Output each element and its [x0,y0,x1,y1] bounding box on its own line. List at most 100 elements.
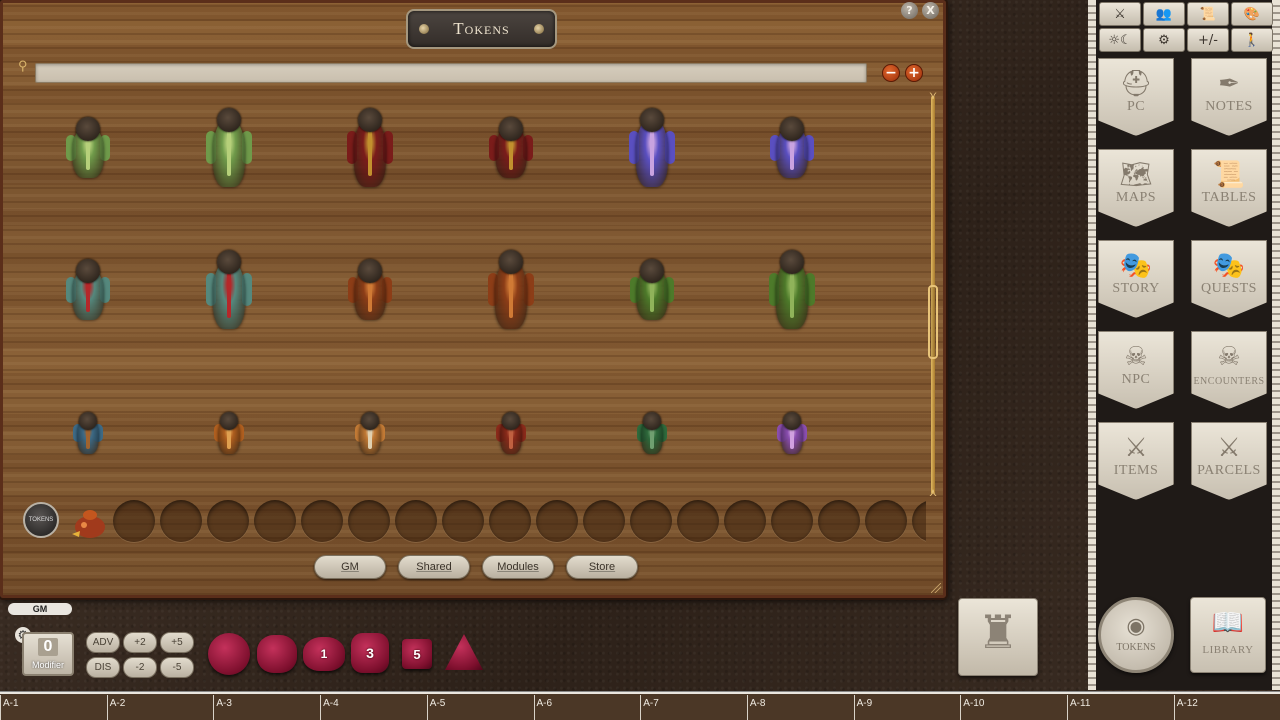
token-slot[interactable] [254,500,296,542]
combat-icon[interactable]: ⚔ [1099,2,1141,26]
advantage-button[interactable]: ADV [86,632,120,653]
sidebar-item-label: PARCELS [1197,463,1261,478]
sidebar-item-notes[interactable]: ✒ NOTES [1191,58,1267,136]
d8-die[interactable]: 3 [351,633,389,673]
token-portrait[interactable] [630,259,674,323]
token-portrait[interactable] [206,250,252,332]
sidebar-item-label: ITEMS [1113,463,1159,478]
sidebar-item-npc[interactable]: ☠ NPC [1098,331,1174,409]
scroll-up-icon[interactable]: ⋎ [927,91,939,102]
token-slot[interactable] [912,500,926,542]
sword-shield-icon: ⚔ [1217,433,1241,463]
token-portrait[interactable] [637,412,667,456]
tokens-button-label: TOKENS [1116,642,1156,653]
skull-icon: ☠ [1217,342,1241,372]
modifier-box[interactable]: 0 Modifier [22,632,74,676]
zoom-in-button[interactable]: + [905,64,923,82]
scrollbar-thumb[interactable] [928,285,938,359]
token-portrait[interactable] [66,259,110,323]
party-icon[interactable]: 👥 [1143,2,1185,26]
sidebar-item-pc[interactable]: ⛑ PC [1098,58,1174,136]
tab-store[interactable]: Store [566,555,638,579]
modifier-minus2-button[interactable]: -2 [123,657,157,678]
help-button[interactable]: ? [901,2,918,19]
token-portrait[interactable] [496,412,526,456]
window-title[interactable]: Tokens [406,9,557,49]
token-slot[interactable] [724,500,766,542]
modifier-minus5-button[interactable]: -5 [160,657,194,678]
token-head [76,259,100,283]
token-portrait[interactable] [355,412,385,456]
panel-border-left [1088,0,1096,690]
filter-input[interactable] [35,63,867,83]
resize-grip-icon[interactable] [931,583,941,593]
token-slot[interactable] [113,500,155,542]
d4-die[interactable] [445,634,483,670]
sidebar-item-parcels[interactable]: ⚔ PARCELS [1191,422,1267,500]
scroll-icon: 📜 [1212,160,1246,190]
panel-border-right [1272,0,1280,690]
token-portrait[interactable] [206,108,252,190]
modifier-plus5-button[interactable]: +5 [160,632,194,653]
day-night-icon[interactable]: ☼☾ [1099,28,1141,52]
gm-identity-label[interactable]: GM [8,603,72,615]
dice-tower-button[interactable]: ♜ [958,598,1038,676]
d20-die[interactable] [208,633,250,675]
token-grid [33,99,913,483]
token-bag-icon[interactable]: TOKENS [23,502,59,538]
scroll-icon[interactable]: 📜 [1187,2,1229,26]
token-portrait[interactable] [769,250,815,332]
token-portrait[interactable] [629,108,675,190]
token-slot[interactable] [630,500,672,542]
sword-shield-icon: ⚔ [1124,433,1148,463]
plus-minus-icon[interactable]: +/- [1187,28,1229,52]
token-slot[interactable] [489,500,531,542]
sidebar-item-quests[interactable]: 🎭 QUESTS [1191,240,1267,318]
token-portrait[interactable] [214,412,244,456]
token-portrait[interactable] [347,108,393,190]
token-slot[interactable] [536,500,578,542]
modifier-plus2-button[interactable]: +2 [123,632,157,653]
sidebar-item-maps[interactable]: 🗺 MAPS [1098,149,1174,227]
token-slot[interactable] [583,500,625,542]
token-slot[interactable] [395,500,437,542]
walk-icon[interactable]: 🚶 [1231,28,1273,52]
token-slot[interactable] [348,500,390,542]
sidebar-item-tables[interactable]: 📜 TABLES [1191,149,1267,227]
d10-die[interactable]: 1 [303,637,345,671]
loot-bag-icon[interactable] [69,501,109,541]
settings-gear-icon[interactable]: ⚙ [1143,28,1185,52]
sidebar-item-story[interactable]: 🎭 STORY [1098,240,1174,318]
token-head [780,117,804,141]
scroll-down-icon[interactable]: ⋏ [927,488,939,499]
token-slot[interactable] [301,500,343,542]
token-slot[interactable] [818,500,860,542]
d12-die[interactable] [257,635,297,673]
token-portrait[interactable] [73,412,103,456]
palette-icon[interactable]: 🎨 [1231,2,1273,26]
token-slot[interactable] [207,500,249,542]
token-portrait[interactable] [770,117,814,181]
tab-shared[interactable]: Shared [398,555,470,579]
token-slot[interactable] [771,500,813,542]
token-portrait[interactable] [489,117,533,181]
token-portrait[interactable] [488,250,534,332]
token-slot[interactable] [160,500,202,542]
zoom-out-button[interactable]: − [882,64,900,82]
d6-die[interactable]: 5 [402,639,432,669]
tab-gm[interactable]: GM [314,555,386,579]
token-portrait[interactable] [777,412,807,456]
tokens-button[interactable]: ◉ TOKENS [1098,597,1174,673]
token-portrait[interactable] [66,117,110,181]
token-slot[interactable] [442,500,484,542]
token-portrait[interactable] [348,259,392,323]
close-button[interactable]: X [922,2,939,19]
masks-icon: 🎭 [1119,251,1153,281]
disadvantage-button[interactable]: DIS [86,657,120,678]
library-button[interactable]: 📖 LIBRARY [1190,597,1266,673]
token-slot[interactable] [865,500,907,542]
token-slot[interactable] [677,500,719,542]
tab-modules[interactable]: Modules [482,555,554,579]
sidebar-item-items[interactable]: ⚔ ITEMS [1098,422,1174,500]
sidebar-item-encounters[interactable]: ☠ ENCOUNTERS [1191,331,1267,409]
